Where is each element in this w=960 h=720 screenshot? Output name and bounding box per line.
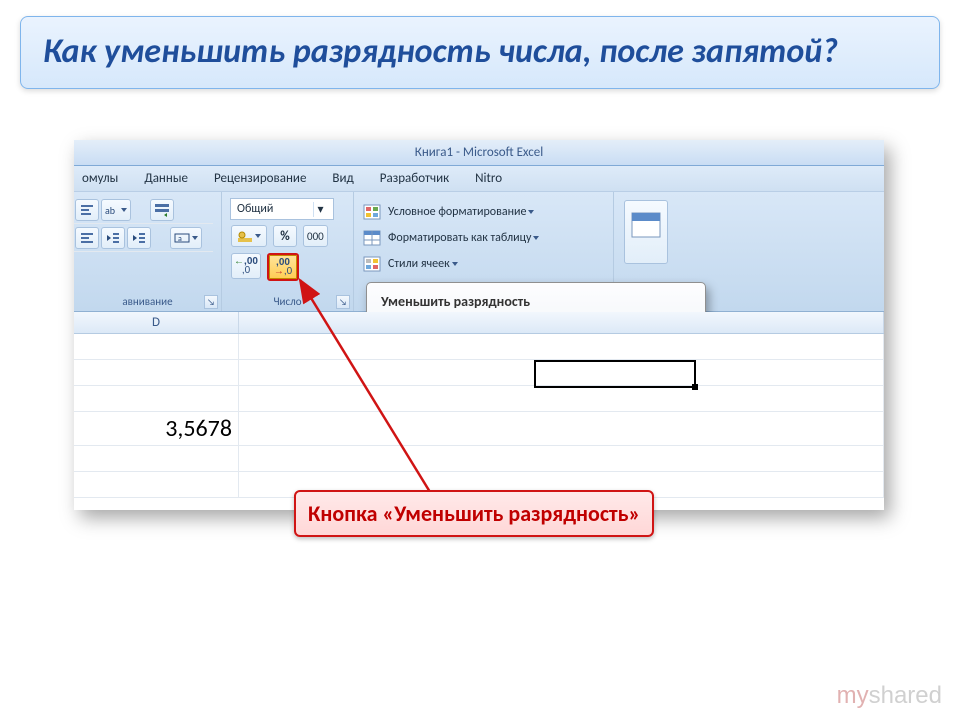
insert-cells-button[interactable] xyxy=(624,200,668,264)
callout-label: Кнопка «Уменьшить разрядность» xyxy=(294,490,654,537)
tab-developer[interactable]: Разработчик xyxy=(380,171,449,186)
conditional-formatting-button[interactable]: Условное форматирование xyxy=(362,200,605,224)
table-row xyxy=(74,386,884,412)
slide-title: Как уменьшить разрядность числа, после з… xyxy=(20,16,940,89)
number-dialog-launcher[interactable]: ↘ xyxy=(336,295,350,309)
align-top-button[interactable] xyxy=(75,199,99,221)
decrease-indent-icon xyxy=(106,232,120,244)
cell-styles-button[interactable]: Стили ячеек xyxy=(362,252,605,276)
tab-review[interactable]: Рецензирование xyxy=(214,171,306,186)
column-headers: D xyxy=(74,312,884,334)
svg-text:ab: ab xyxy=(105,204,115,216)
tab-data[interactable]: Данные xyxy=(144,171,188,186)
window-title-bar: Книга1 - Microsoft Excel xyxy=(74,140,884,166)
excel-screenshot: Книга1 - Microsoft Excel омулы Данные Ре… xyxy=(74,140,884,510)
cell[interactable] xyxy=(74,360,239,385)
group-number: Общий ▾ % 000 ←,00 ,0 xyxy=(222,192,354,311)
increase-indent-button[interactable] xyxy=(127,227,151,249)
align-icon xyxy=(80,204,94,216)
table-row: 3,5678 xyxy=(74,412,884,446)
tab-formulas[interactable]: омулы xyxy=(82,171,118,186)
watermark-left: my xyxy=(837,682,869,709)
align-left-icon xyxy=(80,232,94,244)
group-number-label: Число xyxy=(222,295,353,308)
cell-styles-label: Стили ячеек xyxy=(388,257,450,271)
currency-icon xyxy=(237,229,253,243)
cell[interactable] xyxy=(74,472,239,497)
cell[interactable] xyxy=(239,446,884,471)
table-row xyxy=(74,446,884,472)
conditional-formatting-label: Условное форматирование xyxy=(388,205,526,219)
decrease-indent-button[interactable] xyxy=(101,227,125,249)
window-title: Книга1 - Microsoft Excel xyxy=(415,145,543,160)
cell[interactable] xyxy=(74,334,239,359)
cell-sample-value[interactable]: 3,5678 xyxy=(74,412,239,445)
worksheet-grid: D 3,5678 xyxy=(74,312,884,510)
svg-text:a: a xyxy=(178,234,182,244)
merge-center-button[interactable]: a xyxy=(170,227,202,249)
cell-styles-icon xyxy=(362,255,382,273)
group-alignment-label: авнивание xyxy=(74,295,221,308)
decrease-decimal-button[interactable]: ,00 →,0 xyxy=(267,253,299,281)
cell[interactable] xyxy=(239,412,884,445)
cell[interactable] xyxy=(74,386,239,411)
wrap-text-icon xyxy=(154,203,170,217)
column-header-rest[interactable] xyxy=(239,312,884,333)
tab-nitro[interactable]: Nitro xyxy=(475,171,502,186)
format-as-table-button[interactable]: Форматировать как таблицу xyxy=(362,226,605,250)
alignment-dialog-launcher[interactable]: ↘ xyxy=(204,295,218,309)
cell[interactable] xyxy=(239,386,884,411)
table-row xyxy=(74,334,884,360)
merge-icon: a xyxy=(174,231,190,245)
cell[interactable] xyxy=(239,334,884,359)
insert-cells-icon xyxy=(626,205,666,245)
conditional-formatting-icon xyxy=(362,203,382,221)
cell[interactable] xyxy=(239,360,884,385)
cell[interactable] xyxy=(74,446,239,471)
orientation-icon: ab xyxy=(105,204,119,216)
orientation-button[interactable]: ab xyxy=(101,199,131,221)
tooltip-title: Уменьшить разрядность xyxy=(381,293,691,310)
chevron-down-icon: ▾ xyxy=(313,202,327,217)
comma-format-button[interactable]: 000 xyxy=(303,225,328,247)
column-header-d[interactable]: D xyxy=(74,312,239,333)
tab-view[interactable]: Вид xyxy=(332,171,353,186)
percent-format-button[interactable]: % xyxy=(273,225,297,247)
group-alignment: ab a xyxy=(74,192,222,311)
table-row xyxy=(74,360,884,386)
format-as-table-icon xyxy=(362,229,382,247)
number-format-dropdown[interactable]: Общий ▾ xyxy=(230,198,334,220)
increase-decimal-button[interactable]: ←,00 ,0 xyxy=(231,253,261,279)
watermark: myshared xyxy=(837,682,942,710)
format-as-table-label: Форматировать как таблицу xyxy=(388,231,531,245)
watermark-right: shared xyxy=(869,682,942,709)
accounting-format-button[interactable] xyxy=(231,225,267,247)
increase-indent-icon xyxy=(132,232,146,244)
ribbon-tabs: омулы Данные Рецензирование Вид Разработ… xyxy=(74,166,884,192)
wrap-text-button[interactable] xyxy=(150,199,174,221)
align-left-button[interactable] xyxy=(75,227,99,249)
number-format-selected: Общий xyxy=(237,202,273,216)
